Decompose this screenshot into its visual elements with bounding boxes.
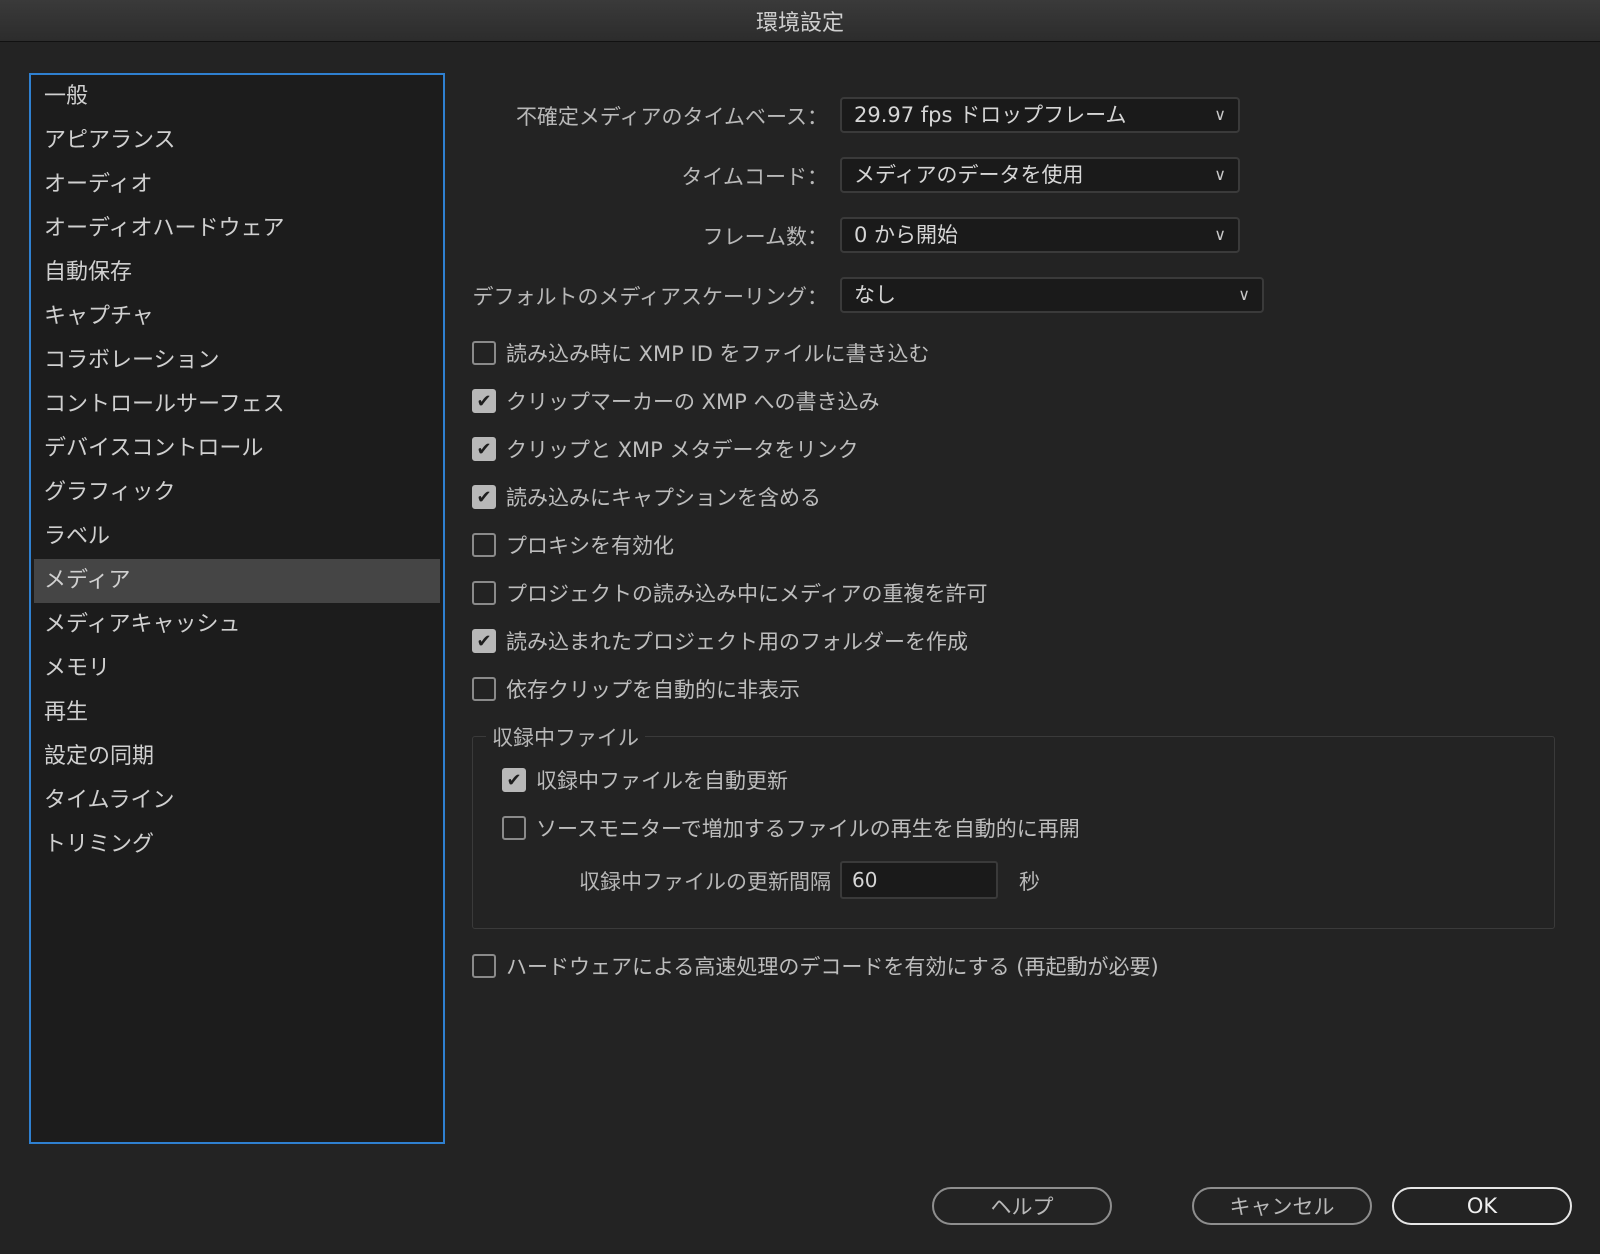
preferences-category-list[interactable]: 一般 アピアランス オーディオ オーディオハードウェア 自動保存 キャプチャ コラボレーショ… [29, 73, 445, 1144]
sidebar-item[interactable]: トリミング [34, 823, 440, 867]
auto-refresh-label: 収録中ファイルを自動更新 [536, 769, 788, 793]
sidebar-item[interactable]: コラボレーション [34, 339, 440, 383]
sidebar-item[interactable]: 一般 [34, 75, 440, 119]
sidebar-item[interactable]: アピアランス [34, 119, 440, 163]
checkbox-box[interactable]: ✔ [502, 768, 526, 792]
media-option-checkbox[interactable]: 読み込み時に XMP ID をファイルに書き込む [472, 338, 930, 368]
sidebar-item[interactable]: オーディオ [34, 163, 440, 207]
refresh-interval-value: 60 [852, 868, 878, 892]
checkmark-icon[interactable]: ✔ [472, 485, 496, 509]
checkbox-box[interactable] [472, 341, 496, 365]
growing-files-legend: 収録中ファイル [486, 722, 645, 752]
hardware-decode-label: ハードウェアによる高速処理のデコードを有効にする (再起動が必要) [506, 955, 1159, 979]
sidebar-item[interactable]: デバイスコントロール [34, 427, 440, 471]
scaling-label: デフォルトのメディアスケーリング： [472, 285, 828, 309]
checkmark-icon[interactable]: ✔ [472, 437, 496, 461]
frame-count-value: 0 から開始 [854, 223, 959, 247]
media-option-checkbox[interactable]: ✔ 読み込まれたプロジェクト用のフォルダーを作成 [472, 626, 968, 656]
checkbox-label: 読み込み時に XMP ID をファイルに書き込む [506, 342, 930, 366]
chevron-down-icon: ∨ [1214, 105, 1226, 124]
cancel-button[interactable]: キャンセル [1192, 1187, 1372, 1225]
media-option-checkbox[interactable]: ✔ クリップと XMP メタデータをリンク [472, 434, 859, 464]
frame-count-label: フレーム数： [702, 225, 828, 249]
media-option-checkbox[interactable]: プロキシを有効化 [472, 530, 674, 560]
checkbox-box[interactable] [502, 816, 526, 840]
sidebar-item[interactable]: タイムライン [34, 779, 440, 823]
sidebar-item[interactable]: メモリ [34, 647, 440, 691]
timebase-select[interactable]: 29.97 fps ドロップフレーム ∨ [840, 97, 1240, 133]
ok-button[interactable]: OK [1392, 1187, 1572, 1225]
chevron-down-icon: ∨ [1238, 285, 1250, 304]
checkbox-label: プロキシを有効化 [506, 534, 674, 558]
timebase-value: 29.97 fps ドロップフレーム [854, 103, 1127, 127]
refresh-interval-label: 収録中ファイルの更新間隔 [579, 870, 831, 894]
resume-playback-checkbox[interactable]: ソースモニターで増加するファイルの再生を自動的に再開 [502, 813, 1080, 843]
category-list: 一般 アピアランス オーディオ オーディオハードウェア 自動保存 キャプチャ コラボレーショ… [31, 75, 443, 867]
window-titlebar: 環境設定 [0, 0, 1600, 42]
sidebar-item[interactable]: ラベル [34, 515, 440, 559]
sidebar-item[interactable]: グラフィック [34, 471, 440, 515]
chevron-down-icon: ∨ [1214, 225, 1226, 244]
sidebar-item[interactable]: メディア [34, 559, 440, 603]
scaling-value: なし [854, 283, 896, 307]
chevron-down-icon: ∨ [1214, 165, 1226, 184]
refresh-interval-input[interactable]: 60 [840, 861, 998, 899]
timecode-label: タイムコード： [681, 165, 828, 189]
checkbox-label: 読み込まれたプロジェクト用のフォルダーを作成 [506, 630, 968, 654]
window-title: 環境設定 [755, 10, 844, 36]
help-button[interactable]: ヘルプ [932, 1187, 1112, 1225]
refresh-interval-unit: 秒 [1019, 870, 1040, 894]
media-option-checkbox[interactable]: プロジェクトの読み込み中にメディアの重複を許可 [472, 578, 988, 608]
sidebar-item[interactable]: 自動保存 [34, 251, 440, 295]
media-option-checkbox[interactable]: 依存クリップを自動的に非表示 [472, 674, 800, 704]
hardware-decode-checkbox[interactable]: ハードウェアによる高速処理のデコードを有効にする (再起動が必要) [472, 951, 1159, 981]
timebase-label: 不確定メディアのタイムベース： [515, 105, 828, 129]
sidebar-item[interactable]: 設定の同期 [34, 735, 440, 779]
checkbox-label: クリップマーカーの XMP への書き込み [506, 390, 880, 414]
checkbox-label: 依存クリップを自動的に非表示 [506, 678, 800, 702]
sidebar-item[interactable]: オーディオハードウェア [34, 207, 440, 251]
frame-count-select[interactable]: 0 から開始 ∨ [840, 217, 1240, 253]
sidebar-item[interactable]: 再生 [34, 691, 440, 735]
timecode-value: メディアのデータを使用 [854, 163, 1084, 187]
checkbox-label: 読み込みにキャプションを含める [506, 486, 821, 510]
sidebar-item[interactable]: メディアキャッシュ [34, 603, 440, 647]
media-option-checkbox[interactable]: ✔ クリップマーカーの XMP への書き込み [472, 386, 880, 416]
sidebar-item[interactable]: キャプチャ [34, 295, 440, 339]
auto-refresh-growing-files-checkbox[interactable]: ✔ 収録中ファイルを自動更新 [502, 765, 788, 795]
checkbox-label: クリップと XMP メタデータをリンク [506, 438, 859, 462]
timecode-select[interactable]: メディアのデータを使用 ∨ [840, 157, 1240, 193]
checkbox-box[interactable] [472, 533, 496, 557]
checkbox-box[interactable] [472, 677, 496, 701]
resume-playback-label: ソースモニターで増加するファイルの再生を自動的に再開 [536, 817, 1080, 841]
checkbox-label: プロジェクトの読み込み中にメディアの重複を許可 [506, 582, 988, 606]
checkmark-icon[interactable]: ✔ [472, 629, 496, 653]
scaling-select[interactable]: なし ∨ [840, 277, 1264, 313]
checkbox-box[interactable] [472, 954, 496, 978]
checkbox-box[interactable] [472, 581, 496, 605]
sidebar-item[interactable]: コントロールサーフェス [34, 383, 440, 427]
media-option-checkbox[interactable]: ✔ 読み込みにキャプションを含める [472, 482, 821, 512]
checkmark-icon[interactable]: ✔ [472, 389, 496, 413]
